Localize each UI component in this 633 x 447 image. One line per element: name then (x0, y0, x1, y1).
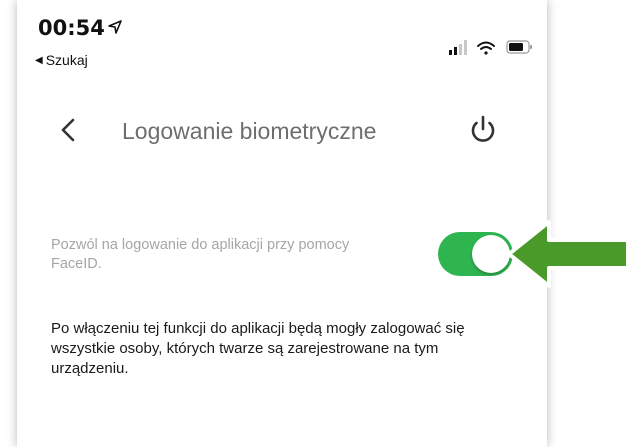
location-arrow-icon (108, 20, 122, 34)
signal-icon (449, 40, 467, 55)
wifi-icon (477, 41, 495, 55)
status-bar: 00:54 ◀ Szukaj (17, 0, 547, 80)
phone-screen: 00:54 ◀ Szukaj Logowanie biometryczne Po… (17, 0, 547, 447)
faceid-info-text: Po włączeniu tej funkcji do aplikacji bę… (51, 320, 465, 377)
navigation-bar: Logowanie biometryczne (17, 104, 547, 154)
battery-icon (506, 40, 532, 54)
power-icon[interactable] (467, 114, 499, 146)
faceid-toggle[interactable] (438, 232, 513, 276)
back-to-app-link[interactable]: ◀ Szukaj (35, 52, 88, 68)
system-status-icons (449, 40, 532, 55)
left-arrow-icon (507, 220, 630, 288)
back-chevron-icon[interactable] (59, 117, 77, 143)
status-time: 00:54 (38, 16, 105, 40)
page-title: Logowanie biometryczne (122, 118, 377, 144)
faceid-setting-label: Pozwól na logowanie do aplikacji przy po… (51, 237, 350, 272)
back-triangle-icon: ◀ (35, 54, 43, 66)
back-app-label: Szukaj (45, 52, 88, 68)
